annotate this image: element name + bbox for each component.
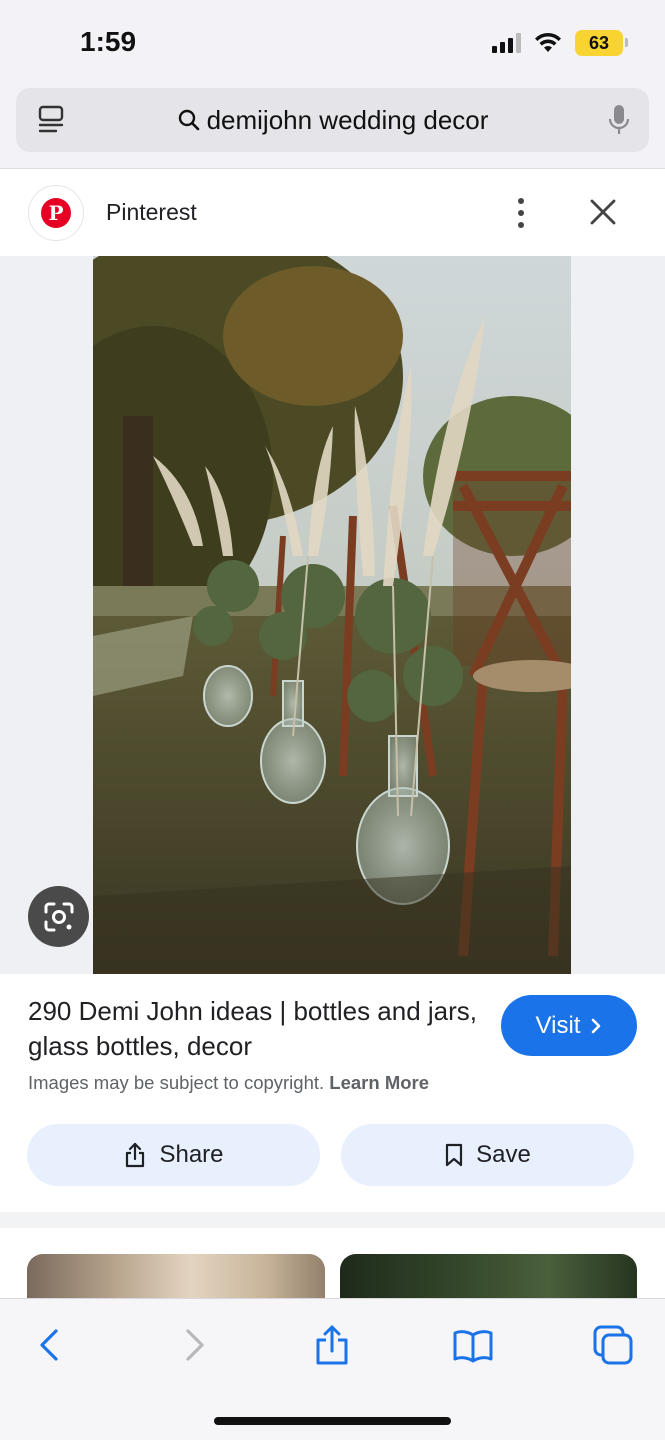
pinterest-logo-mark: P xyxy=(41,198,71,228)
save-label: Save xyxy=(476,1141,531,1168)
source-header: P Pinterest xyxy=(0,168,665,256)
image-preview-area xyxy=(0,256,665,974)
forward-icon[interactable] xyxy=(172,1323,216,1367)
save-button[interactable]: Save xyxy=(341,1124,634,1186)
visit-button[interactable]: Visit xyxy=(501,995,637,1056)
google-lens-icon xyxy=(44,902,73,931)
status-bar: 1:59 63 xyxy=(0,0,665,84)
more-vertical-icon[interactable] xyxy=(510,193,532,233)
copyright-text: Images may be subject to copyright. xyxy=(28,1072,325,1093)
chevron-right-icon xyxy=(592,1018,601,1033)
battery-tip xyxy=(625,38,628,47)
microphone-icon[interactable] xyxy=(607,102,631,138)
related-results xyxy=(0,1228,665,1298)
copyright-notice: Images may be subject to copyright. Lear… xyxy=(28,1072,429,1094)
close-icon[interactable] xyxy=(586,195,620,229)
battery-indicator: 63 xyxy=(575,30,628,56)
search-query: demijohn wedding decor xyxy=(206,104,489,135)
related-thumbnail[interactable] xyxy=(340,1254,637,1298)
home-indicator[interactable] xyxy=(214,1417,451,1425)
share-icon xyxy=(126,1142,145,1168)
battery-level: 63 xyxy=(588,32,610,53)
learn-more-link[interactable]: Learn More xyxy=(329,1072,429,1093)
address-bar[interactable]: demijohn wedding decor xyxy=(16,88,649,152)
bookmarks-book-icon[interactable] xyxy=(451,1323,495,1367)
result-title[interactable]: 290 Demi John ideas | bottles and jars, … xyxy=(28,994,478,1064)
source-name[interactable]: Pinterest xyxy=(106,199,197,226)
back-icon[interactable] xyxy=(28,1323,72,1367)
share-label: Share xyxy=(159,1141,224,1168)
cellular-signal-icon xyxy=(492,33,521,53)
google-lens-button[interactable] xyxy=(28,886,89,947)
result-image[interactable] xyxy=(93,256,571,974)
share-button[interactable]: Share xyxy=(27,1124,320,1186)
pinterest-logo-icon: P xyxy=(28,185,84,241)
status-time: 1:59 xyxy=(80,26,137,57)
section-divider xyxy=(0,1212,665,1228)
search-icon xyxy=(178,109,199,131)
related-thumbnail[interactable] xyxy=(27,1254,325,1298)
status-indicators: 63 xyxy=(492,30,628,56)
safari-page: 1:59 63 demijohn wedding decor P Pintere… xyxy=(0,0,665,1440)
tab-switcher-icon[interactable] xyxy=(591,1323,635,1367)
bookmark-icon xyxy=(446,1143,463,1167)
result-info-panel: 290 Demi John ideas | bottles and jars, … xyxy=(0,974,665,1212)
wifi-icon xyxy=(535,32,561,52)
visit-label: Visit xyxy=(535,1011,581,1039)
share-page-icon[interactable] xyxy=(310,1323,354,1367)
wedding-aisle-photo xyxy=(93,256,571,974)
browser-toolbar xyxy=(0,1298,665,1440)
search-field[interactable]: demijohn wedding decor xyxy=(16,88,649,152)
